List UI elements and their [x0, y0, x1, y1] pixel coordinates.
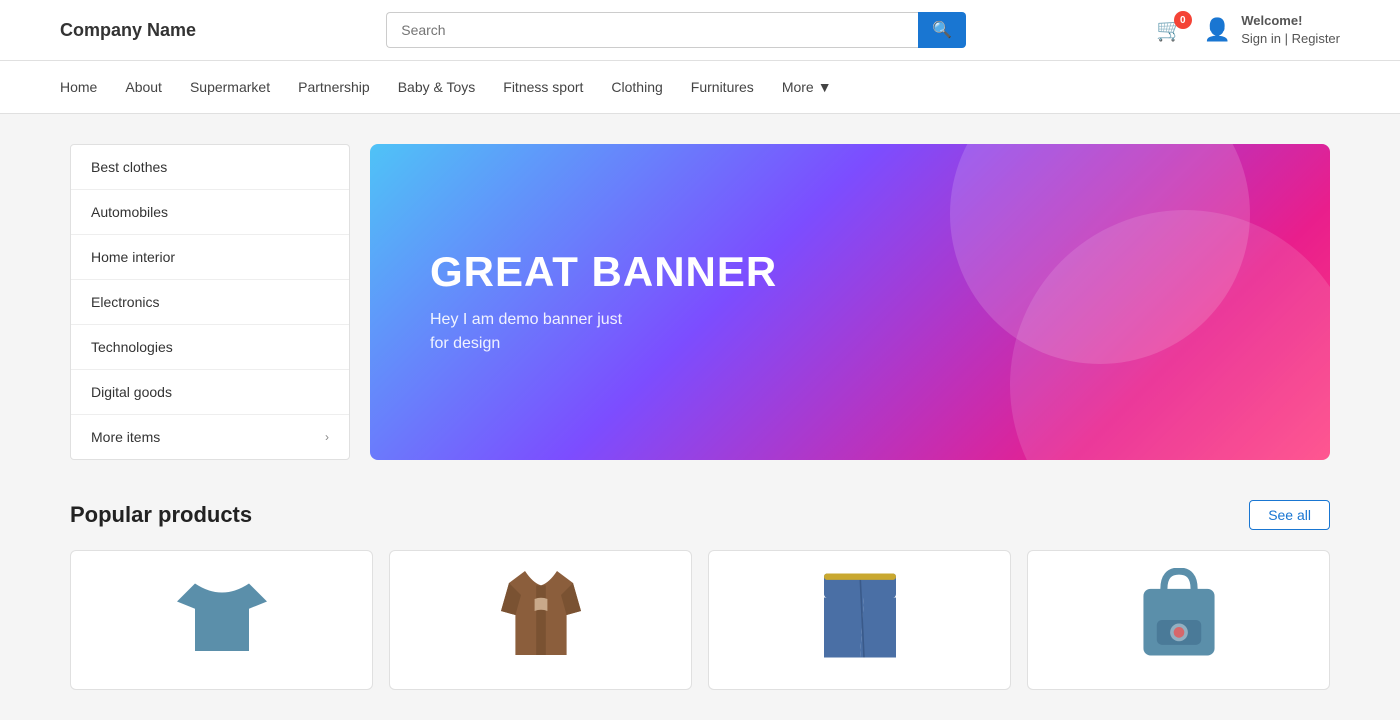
top-section: Best clothes Automobiles Home interior E… [70, 144, 1330, 460]
cart-button[interactable]: 🛒 0 [1156, 17, 1183, 43]
product-card-tshirt[interactable] [70, 550, 373, 690]
popular-section: Popular products See all [70, 500, 1330, 690]
products-grid [70, 550, 1330, 690]
nav-item-furnitures[interactable]: Furnitures [691, 61, 754, 113]
sidebar-item-label: More items [91, 429, 160, 445]
sidebar-item-best-clothes[interactable]: Best clothes [71, 145, 349, 190]
search-input[interactable] [386, 12, 918, 48]
banner: GREAT BANNER Hey I am demo banner justfo… [370, 144, 1330, 460]
chevron-down-icon: ▼ [818, 79, 832, 95]
nav-item-home[interactable]: Home [60, 61, 97, 113]
sidebar-item-label: Automobiles [91, 204, 168, 220]
sidebar-item-label: Electronics [91, 294, 159, 310]
nav-item-supermarket[interactable]: Supermarket [190, 61, 270, 113]
sidebar-item-automobiles[interactable]: Automobiles [71, 190, 349, 235]
nav-item-partnership[interactable]: Partnership [298, 61, 370, 113]
logo: Company Name [60, 20, 196, 41]
banner-subtitle: Hey I am demo banner justfor design [430, 308, 777, 356]
user-icon: 👤 [1204, 17, 1231, 43]
popular-title: Popular products [70, 502, 252, 528]
sidebar-item-label: Technologies [91, 339, 173, 355]
search-icon: 🔍 [932, 22, 952, 39]
product-card-jeans[interactable] [708, 550, 1011, 690]
user-area[interactable]: 👤 Welcome! Sign in | Register [1204, 12, 1340, 48]
header-right: 🛒 0 👤 Welcome! Sign in | Register [1156, 12, 1340, 48]
sidebar-item-label: Home interior [91, 249, 175, 265]
nav-item-clothing[interactable]: Clothing [611, 61, 662, 113]
sidebar-item-digital-goods[interactable]: Digital goods [71, 370, 349, 415]
sidebar-item-more-items[interactable]: More items › [71, 415, 349, 459]
nav-more-label: More [782, 79, 814, 95]
sidebar-item-label: Digital goods [91, 384, 172, 400]
search-bar: 🔍 [386, 12, 966, 48]
header: Company Name 🔍 🛒 0 👤 Welcome! Sign in | … [0, 0, 1400, 61]
nav-item-about[interactable]: About [125, 61, 162, 113]
cart-badge: 0 [1174, 11, 1192, 29]
sidebar-item-label: Best clothes [91, 159, 167, 175]
product-image-jacket [390, 551, 691, 679]
sidebar-item-electronics[interactable]: Electronics [71, 280, 349, 325]
product-image-tshirt [71, 551, 372, 679]
welcome-text: Welcome! [1241, 12, 1340, 30]
signin-text: Sign in | Register [1241, 31, 1340, 46]
sidebar-item-home-interior[interactable]: Home interior [71, 235, 349, 280]
nav-item-baby-toys[interactable]: Baby & Toys [398, 61, 476, 113]
product-image-bag [1028, 551, 1329, 679]
main-content: Best clothes Automobiles Home interior E… [50, 144, 1350, 690]
nav-item-fitness-sport[interactable]: Fitness sport [503, 61, 583, 113]
sidebar: Best clothes Automobiles Home interior E… [70, 144, 350, 460]
product-image-jeans [709, 551, 1010, 679]
user-info: Welcome! Sign in | Register [1241, 12, 1340, 48]
navbar: Home About Supermarket Partnership Baby … [0, 61, 1400, 114]
popular-header: Popular products See all [70, 500, 1330, 530]
product-card-bag[interactable] [1027, 550, 1330, 690]
nav-item-more[interactable]: More ▼ [782, 61, 832, 113]
sidebar-item-technologies[interactable]: Technologies [71, 325, 349, 370]
chevron-right-icon: › [325, 430, 329, 444]
product-card-jacket[interactable] [389, 550, 692, 690]
banner-text: GREAT BANNER Hey I am demo banner justfo… [430, 248, 777, 356]
search-button[interactable]: 🔍 [918, 12, 966, 48]
banner-title: GREAT BANNER [430, 248, 777, 296]
see-all-button[interactable]: See all [1249, 500, 1330, 530]
